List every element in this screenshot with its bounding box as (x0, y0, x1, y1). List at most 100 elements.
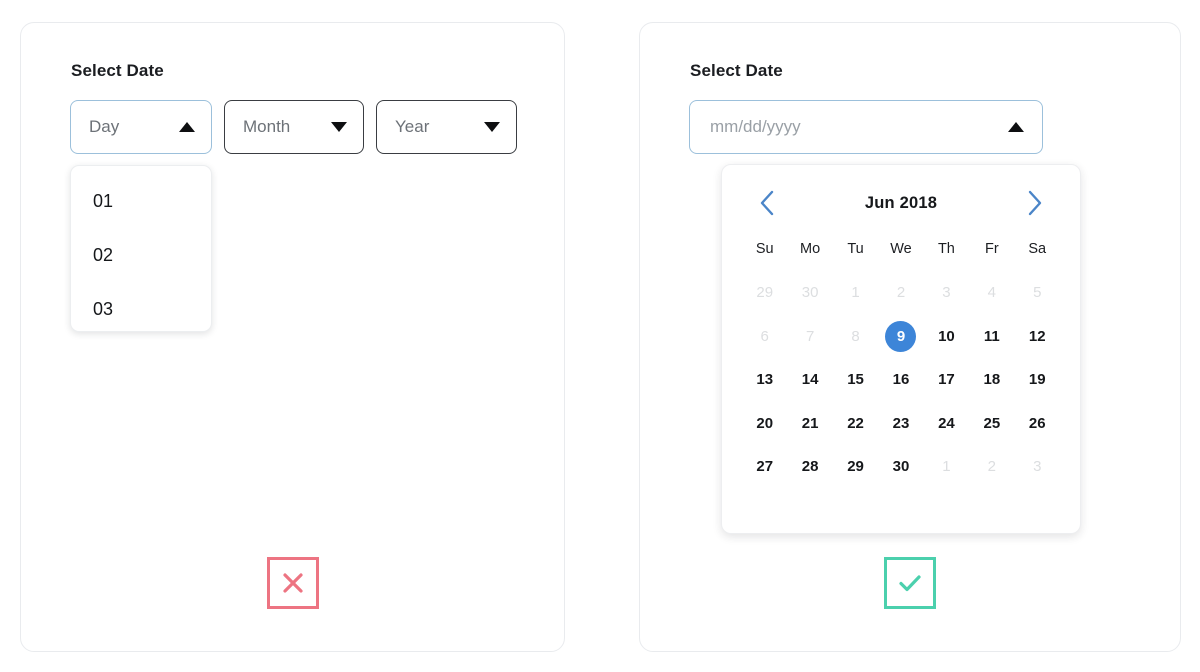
calendar-day[interactable]: 16 (878, 358, 923, 402)
calendar-day: 4 (969, 271, 1014, 315)
calendar-day-label: 26 (1028, 414, 1046, 432)
triangle-up-icon (179, 122, 195, 132)
calendar-day-label: 15 (847, 371, 864, 389)
calendar-day: 1 (924, 445, 969, 489)
next-month-button[interactable] (1018, 186, 1052, 220)
calendar-day-label: 22 (847, 414, 864, 432)
calendar-day: 30 (787, 271, 832, 315)
calendar-day-label: 30 (801, 284, 819, 302)
day-select[interactable]: Day (70, 100, 212, 154)
calendar-day: 3 (924, 271, 969, 315)
calendar-day-label: 3 (1033, 458, 1042, 476)
calendar-day[interactable]: 21 (787, 402, 832, 446)
calendar-weekday-mo: Mo (800, 241, 821, 257)
calendar-day[interactable]: 30 (878, 445, 923, 489)
calendar-day[interactable]: 15 (833, 358, 878, 402)
calendar-day-label: 3 (942, 284, 951, 302)
calendar-day-label: 1 (851, 284, 860, 302)
calendar-weekday-tu: Tu (847, 241, 864, 257)
day-options-dropdown[interactable]: 01 02 03 (70, 165, 212, 332)
month-select-label: Month (243, 117, 291, 136)
calendar-day[interactable]: 14 (787, 358, 832, 402)
calendar-grid: Su Mo Tu We Th Fr Sa 29 30 1 2 3 4 5 6 7 8 9 10 11 12 13 14 15 1… (742, 227, 1060, 489)
chevron-right-icon (1028, 190, 1042, 216)
calendar-day[interactable]: 17 (924, 358, 969, 402)
calendar-weekday-su: Su (755, 241, 774, 257)
panel-bad-pattern: Select Date Day Month Year 01 02 03 (20, 22, 565, 652)
calendar-day-label: 27 (756, 458, 774, 476)
check-icon (899, 575, 921, 592)
list-item[interactable]: 01 (71, 174, 211, 228)
calendar-header: Jun 2018 (742, 179, 1060, 227)
month-select[interactable]: Month (224, 100, 364, 154)
list-item[interactable]: 03 (71, 282, 211, 336)
calendar-day-label: 2 (987, 458, 997, 476)
calendar-day-label: 5 (1033, 284, 1042, 302)
calendar-day[interactable]: 18 (969, 358, 1014, 402)
calendar-day[interactable]: 24 (924, 402, 969, 446)
calendar-day: 8 (833, 315, 878, 359)
calendar-day-label: 8 (851, 327, 860, 345)
calendar-month-title: Jun 2018 (864, 193, 938, 212)
calendar-day-label: 14 (801, 371, 819, 389)
calendar-day[interactable]: 10 (924, 315, 969, 359)
calendar-day-label: 24 (938, 414, 955, 432)
calendar-day-label: 19 (1028, 371, 1046, 389)
calendar-day-selected[interactable]: 9 (878, 315, 923, 359)
calendar-weekday-sa: Sa (1028, 241, 1047, 257)
calendar-day-label: 25 (983, 414, 1001, 432)
calendar-day[interactable]: 23 (878, 402, 923, 446)
calendar-day[interactable]: 28 (787, 445, 832, 489)
calendar-day[interactable]: 29 (833, 445, 878, 489)
calendar-day[interactable]: 20 (742, 402, 787, 446)
calendar-day[interactable]: 19 (1015, 358, 1060, 402)
calendar-day-label: 16 (892, 371, 910, 389)
calendar-day: 29 (742, 271, 787, 315)
calendar-day: 2 (878, 271, 923, 315)
calendar-day-label: 20 (756, 414, 774, 432)
triangle-down-icon (484, 122, 500, 132)
calendar-day-label: 9 (885, 320, 917, 352)
comparison-stage: Select Date Day Month Year 01 02 03 Sele… (0, 0, 1200, 672)
calendar-popup: Jun 2018 Su Mo Tu We Th Fr Sa 29 30 1 2 3 4 5 6 7 8 9 10 11… (721, 164, 1081, 534)
date-select-group: Day Month Year (70, 100, 517, 154)
calendar-day: 2 (969, 445, 1014, 489)
calendar-day-label: 17 (938, 371, 955, 389)
calendar-day[interactable]: 22 (833, 402, 878, 446)
calendar-day[interactable]: 13 (742, 358, 787, 402)
prev-month-button[interactable] (750, 186, 784, 220)
calendar-day-label: 11 (983, 327, 1000, 345)
calendar-day: 3 (1015, 445, 1060, 489)
calendar-day: 7 (787, 315, 832, 359)
year-select[interactable]: Year (376, 100, 517, 154)
calendar-day-label: 10 (938, 327, 955, 345)
calendar-day[interactable]: 25 (969, 402, 1014, 446)
year-select-label: Year (395, 117, 430, 136)
calendar-day-label: 13 (756, 371, 774, 389)
calendar-day: 5 (1015, 271, 1060, 315)
page-title: Select Date (71, 61, 164, 80)
panel-good-pattern: Select Date mm/dd/yyyy Jun 2018 Su Mo Tu… (639, 22, 1181, 652)
calendar-day-label: 1 (942, 458, 951, 476)
date-input-placeholder: mm/dd/yyyy (710, 117, 801, 136)
calendar-day-label: 29 (756, 284, 774, 302)
calendar-day-label: 12 (1028, 327, 1046, 345)
calendar-weekday-fr: Fr (985, 241, 999, 257)
triangle-up-icon (1008, 122, 1024, 132)
calendar-day: 6 (742, 315, 787, 359)
calendar-weekday-th: Th (937, 241, 955, 257)
calendar-day-label: 23 (892, 414, 910, 432)
calendar-day-label: 21 (801, 414, 819, 432)
list-item[interactable]: 02 (71, 228, 211, 282)
page-title: Select Date (690, 61, 783, 80)
calendar-day-label: 7 (805, 327, 815, 345)
calendar-day[interactable]: 26 (1015, 402, 1060, 446)
calendar-day[interactable]: 11 (969, 315, 1014, 359)
calendar-day-label: 6 (760, 327, 769, 345)
calendar-day-label: 28 (801, 458, 819, 476)
triangle-down-icon (331, 122, 347, 132)
verdict-incorrect (266, 557, 319, 609)
date-input-field[interactable]: mm/dd/yyyy (689, 100, 1043, 154)
calendar-day[interactable]: 27 (742, 445, 787, 489)
calendar-day[interactable]: 12 (1015, 315, 1060, 359)
